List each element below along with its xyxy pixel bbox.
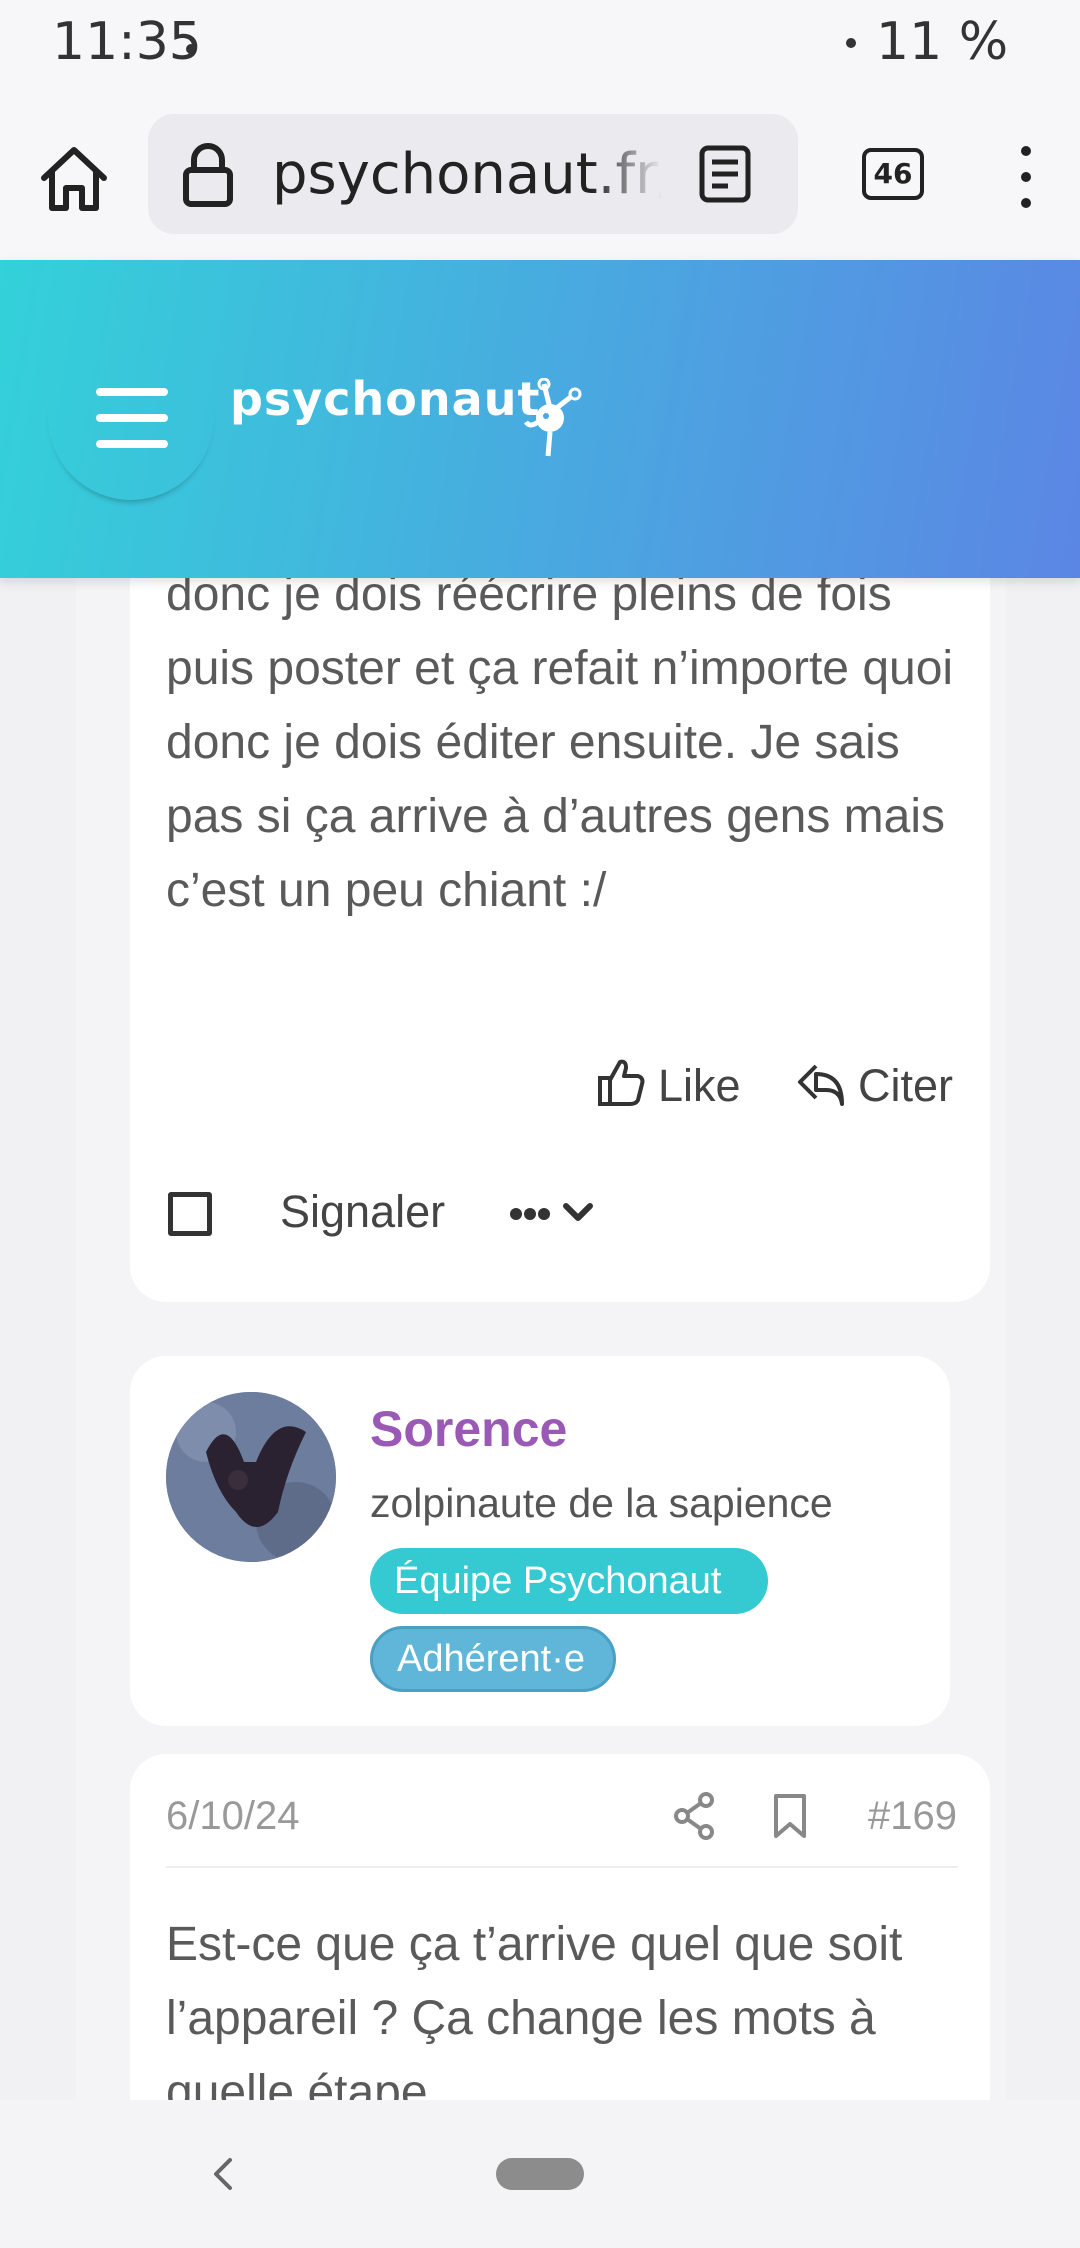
chevron-down-icon (563, 1203, 593, 1221)
address-bar[interactable]: psychonaut.fr/ (148, 114, 798, 234)
report-label[interactable]: Signaler (280, 1186, 445, 1238)
status-bar: 11:35 11 % (0, 0, 1080, 96)
home-icon[interactable] (36, 140, 112, 216)
reply-icon (798, 1064, 844, 1106)
quote-label: Citer (858, 1060, 954, 1111)
avatar[interactable] (166, 1392, 336, 1562)
author-title: zolpinaute de la sapience (370, 1480, 833, 1526)
site-logo[interactable]: psychonaut (230, 372, 540, 426)
reply-body: Est-ce que ça t’arrive quel que soit l’a… (166, 1918, 903, 2119)
url-text[interactable]: psychonaut.fr/ (272, 142, 662, 207)
navigation-bar (0, 2100, 1080, 2248)
home-gesture-pill[interactable] (496, 2158, 584, 2190)
bookmark-icon[interactable] (772, 1792, 808, 1840)
notification-dot (846, 38, 856, 48)
site-header: psychonaut (0, 260, 1080, 578)
divider (166, 1866, 958, 1868)
more-options-button[interactable] (510, 1190, 600, 1240)
logo-mark-icon (520, 377, 590, 460)
like-label: Like (658, 1060, 741, 1111)
battery-level: 11 % (876, 12, 1009, 72)
notification-dot (186, 44, 196, 54)
checkbox-icon[interactable] (168, 1192, 212, 1236)
browser-toolbar: psychonaut.fr/ 46 (0, 96, 1080, 260)
hamburger-icon[interactable] (48, 334, 214, 500)
author-name[interactable]: Sorence (370, 1400, 567, 1458)
post-number[interactable]: #169 (868, 1794, 957, 1839)
badge-team: Équipe Psychonaut (370, 1548, 768, 1614)
more-horiz-icon (510, 1208, 550, 1220)
thumbs-up-icon (598, 1059, 645, 1106)
share-icon[interactable] (672, 1792, 716, 1840)
more-vert-icon[interactable] (1016, 146, 1036, 216)
status-time: 11:35 (52, 12, 202, 72)
reader-mode-icon[interactable] (696, 144, 754, 204)
post-body: donc je dois réécrire pleins de fois pui… (166, 568, 954, 917)
badge-member: Adhérent·e (370, 1626, 616, 1692)
lock-icon (178, 142, 238, 208)
post-date[interactable]: 6/10/24 (166, 1794, 299, 1839)
tabs-icon[interactable]: 46 (862, 148, 924, 200)
back-icon[interactable] (208, 2154, 238, 2194)
